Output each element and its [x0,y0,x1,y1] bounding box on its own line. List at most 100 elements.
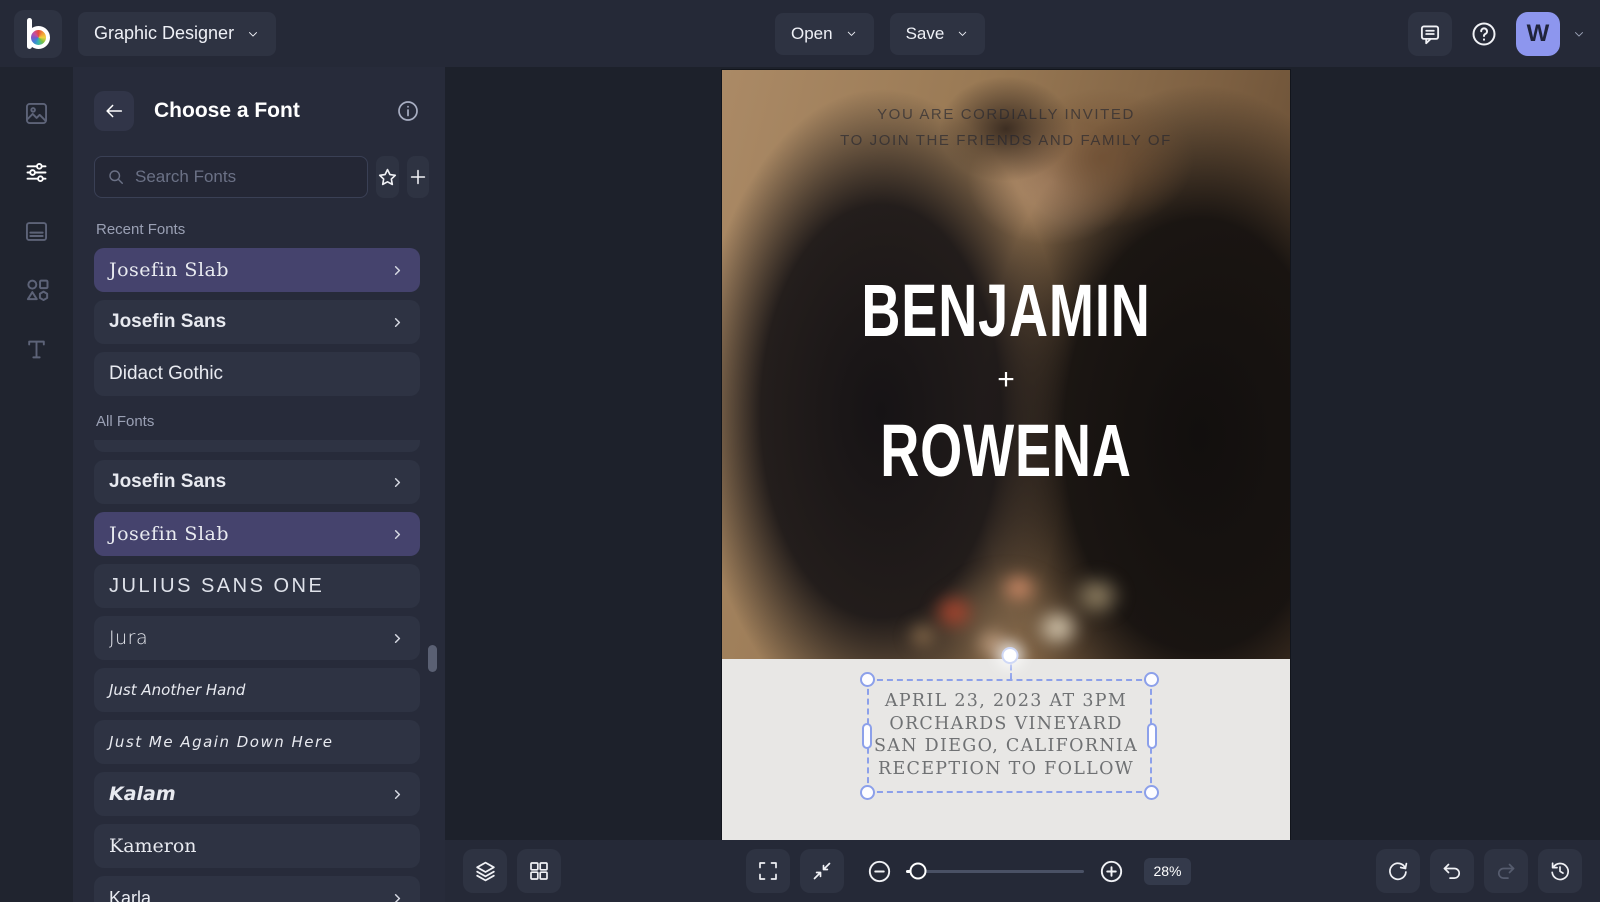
resize-handle-bottom-right[interactable] [1144,785,1159,800]
layer-tools [463,849,561,893]
search-box[interactable] [94,156,368,198]
chevron-right-icon[interactable] [390,263,405,278]
help-button[interactable] [1464,14,1504,54]
app-switcher-label: Graphic Designer [94,23,234,44]
font-label: Josefin Sans [109,471,226,493]
resize-handle-bottom-left[interactable] [860,785,875,800]
bouquet-graphic [876,540,1136,659]
chevron-down-icon [845,27,858,40]
sliders-icon [23,159,50,186]
resize-handle-left[interactable] [862,723,872,749]
font-label: Kalam [109,783,176,805]
font-item-julius-sans-one[interactable]: JULIUS SANS ONE [94,564,420,608]
wedding-photo[interactable]: YOU ARE CORDIALLY INVITED TO JOIN THE FR… [722,70,1290,659]
font-label: Josefin Slab [109,523,229,545]
file-actions: Open Save [775,13,985,55]
font-item-karla[interactable]: Karla [94,876,420,902]
reset-button[interactable] [1376,849,1420,893]
resize-handle-top-right[interactable] [1144,672,1159,687]
font-label: Didact Gothic [109,363,223,385]
zoom-percent-value[interactable]: 28% [1144,858,1191,885]
open-button[interactable]: Open [775,13,874,55]
befunky-logo[interactable] [14,10,62,58]
font-item-clipped[interactable] [94,440,420,452]
undo-button[interactable] [1430,849,1474,893]
font-item-kameron[interactable]: Kameron [94,824,420,868]
chevron-right-icon[interactable] [390,891,405,902]
resize-handle-top-left[interactable] [860,672,875,687]
redo-button[interactable] [1484,849,1528,893]
font-label: Kameron [109,835,197,857]
chevron-down-icon [246,27,260,41]
account-avatar[interactable]: W [1516,12,1560,56]
font-label: Just Another Hand [109,681,245,699]
zoom-out-icon [866,858,893,885]
font-item-josefin-sans-recent[interactable]: Josefin Sans [94,300,420,344]
graphics-tab[interactable] [17,270,57,310]
image-icon [23,100,50,127]
topbar-right: W [1408,12,1586,56]
intro-line-1: YOU ARE CORDIALLY INVITED [722,102,1290,128]
zoom-in-button[interactable] [1092,852,1130,890]
plus-separator[interactable]: + [722,363,1290,397]
feedback-button[interactable] [1408,12,1452,56]
plus-icon [407,166,429,188]
template-card-icon [23,218,50,245]
font-label: Just Me Again Down Here [109,733,333,751]
history-button[interactable] [1538,849,1582,893]
bottom-toolbar: 28% [445,840,1600,902]
invitation-design[interactable]: YOU ARE CORDIALLY INVITED TO JOIN THE FR… [722,70,1290,840]
zoom-controls: 28% [746,849,1191,893]
font-item-just-me-again-down-here[interactable]: Just Me Again Down Here [94,720,420,764]
layers-button[interactable] [463,849,507,893]
chevron-right-icon[interactable] [390,315,405,330]
font-item-josefin-slab[interactable]: Josefin Slab [94,512,420,556]
pages-button[interactable] [517,849,561,893]
add-font-button[interactable] [407,156,429,198]
fit-screen-icon [810,859,834,883]
font-label: Josefin Sans [109,311,226,333]
font-item-jura[interactable]: Jura [94,616,420,660]
rotate-handle[interactable] [1001,647,1018,664]
intro-line-2: TO JOIN THE FRIENDS AND FAMILY OF [722,128,1290,154]
zoom-slider-knob[interactable] [910,863,927,880]
zoom-out-button[interactable] [860,852,898,890]
panel-scrollbar-thumb[interactable] [428,645,437,672]
text-tab[interactable] [17,329,57,369]
fullscreen-icon [756,859,780,883]
font-item-just-another-hand[interactable]: Just Another Hand [94,668,420,712]
chevron-right-icon[interactable] [390,475,405,490]
intro-text[interactable]: YOU ARE CORDIALLY INVITED TO JOIN THE FR… [722,102,1290,154]
name-benjamin[interactable]: BENJAMIN [773,267,1239,352]
image-manager-tab[interactable] [17,93,57,133]
panel-title: Choose a Font [154,99,300,123]
font-item-josefin-sans[interactable]: Josefin Sans [94,460,420,504]
resize-handle-right[interactable] [1147,723,1157,749]
font-item-kalam[interactable]: Kalam [94,772,420,816]
chevron-right-icon[interactable] [390,631,405,646]
chevron-right-icon[interactable] [390,787,405,802]
account-chevron-icon[interactable] [1572,27,1586,41]
fullscreen-button[interactable] [746,849,790,893]
edit-tab[interactable] [17,152,57,192]
font-label: Josefin Slab [109,259,229,281]
canvas-workspace[interactable]: YOU ARE CORDIALLY INVITED TO JOIN THE FR… [445,67,1600,840]
back-button[interactable] [94,91,134,131]
shapes-icon [23,276,51,304]
font-item-josefin-slab-recent[interactable]: Josefin Slab [94,248,420,292]
redo-icon [1494,859,1518,883]
app-switcher-button[interactable]: Graphic Designer [78,12,276,56]
favorites-button[interactable] [376,156,399,198]
search-input[interactable] [135,167,356,187]
templates-tab[interactable] [17,211,57,251]
text-icon [23,336,50,363]
text-selection-box[interactable] [867,679,1152,793]
name-rowena[interactable]: ROWENA [773,407,1239,492]
chevron-right-icon[interactable] [390,527,405,542]
zoom-slider[interactable] [906,870,1084,873]
help-icon [1470,20,1498,48]
save-button[interactable]: Save [890,13,986,55]
font-item-didact-gothic[interactable]: Didact Gothic [94,352,420,396]
info-button[interactable] [396,99,420,123]
fit-screen-button[interactable] [800,849,844,893]
